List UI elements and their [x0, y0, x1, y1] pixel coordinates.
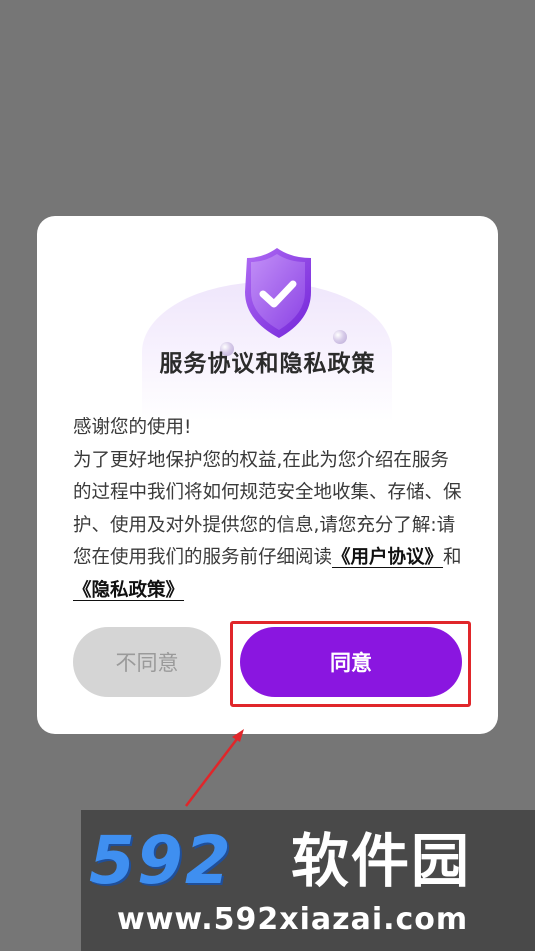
annotation-arrow [185, 729, 244, 807]
watermark-logo-number: 592 [89, 822, 233, 899]
watermark-url: www.592xiazai.com [117, 902, 469, 937]
watermark-brand: 软件园 [291, 827, 472, 895]
watermark-banner: 592 软件园 www.592xiazai.com [81, 810, 535, 951]
